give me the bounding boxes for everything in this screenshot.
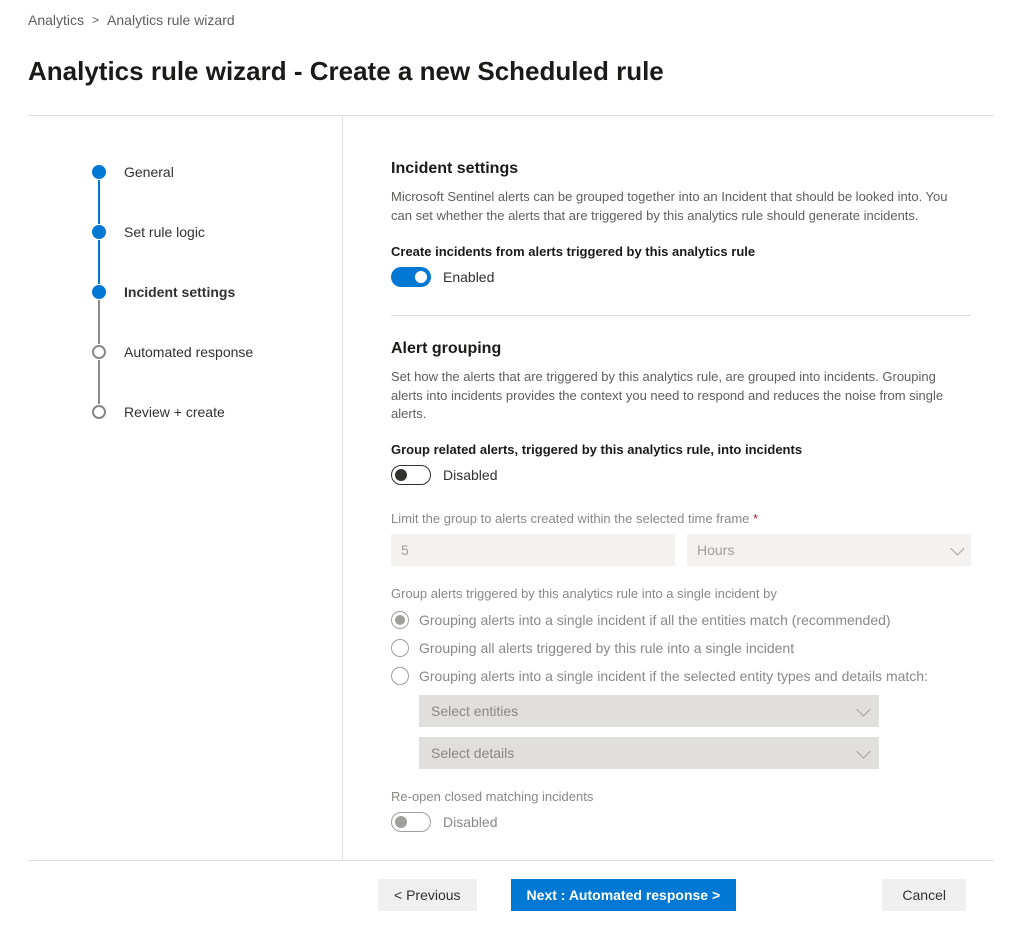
step-circle-icon (92, 405, 106, 419)
radio-icon (391, 667, 409, 685)
wizard-nav: General Set rule logic Incident settings… (28, 116, 343, 860)
nav-step-label: Set rule logic (124, 224, 205, 240)
breadcrumb-root[interactable]: Analytics (28, 12, 84, 28)
radio-label: Grouping alerts into a single incident i… (419, 668, 928, 684)
create-incidents-toggle[interactable] (391, 267, 431, 287)
select-entities-dropdown[interactable]: Select entities (419, 695, 879, 727)
limit-unit-select[interactable]: Hours (687, 534, 971, 566)
page-title: Analytics rule wizard - Create a new Sch… (28, 56, 994, 87)
radio-icon (391, 611, 409, 629)
nav-step-general[interactable]: General (92, 164, 322, 180)
nav-step-label: Automated response (124, 344, 253, 360)
reopen-toggle[interactable] (391, 812, 431, 832)
radio-all-alerts[interactable]: Grouping all alerts triggered by this ru… (391, 639, 984, 657)
chevron-down-icon (856, 703, 870, 717)
reopen-label: Re-open closed matching incidents (391, 789, 984, 804)
step-circle-icon (92, 345, 106, 359)
wizard-main: Incident settings Microsoft Sentinel ale… (343, 116, 994, 860)
section-divider (391, 315, 971, 316)
create-incidents-toggle-state: Enabled (443, 269, 494, 285)
reopen-toggle-state: Disabled (443, 814, 497, 830)
radio-selected-entity-types[interactable]: Grouping alerts into a single incident i… (391, 667, 984, 685)
group-related-label: Group related alerts, triggered by this … (391, 442, 984, 457)
required-asterisk: * (753, 511, 758, 526)
next-button[interactable]: Next : Automated response > (511, 879, 737, 911)
alert-grouping-heading: Alert grouping (391, 340, 984, 358)
radio-icon (391, 639, 409, 657)
toggle-knob-icon (395, 816, 407, 828)
create-incidents-label: Create incidents from alerts triggered b… (391, 244, 984, 259)
radio-entities-match[interactable]: Grouping alerts into a single incident i… (391, 611, 984, 629)
step-circle-icon (92, 225, 106, 239)
chevron-down-icon (950, 542, 964, 556)
select-details-placeholder: Select details (431, 745, 514, 761)
chevron-right-icon: > (92, 13, 99, 27)
nav-connector (98, 180, 100, 224)
incident-settings-desc: Microsoft Sentinel alerts can be grouped… (391, 188, 971, 226)
radio-label: Grouping all alerts triggered by this ru… (419, 640, 794, 656)
previous-button[interactable]: < Previous (378, 879, 477, 911)
nav-step-label: Incident settings (124, 284, 235, 300)
nav-connector (98, 300, 100, 344)
nav-step-label: Review + create (124, 404, 225, 420)
step-circle-icon (92, 165, 106, 179)
step-circle-icon (92, 285, 106, 299)
cancel-button[interactable]: Cancel (882, 879, 966, 911)
nav-step-review-create[interactable]: Review + create (92, 404, 322, 420)
breadcrumb-current: Analytics rule wizard (107, 12, 235, 28)
select-details-dropdown[interactable]: Select details (419, 737, 879, 769)
limit-value-input[interactable] (391, 534, 675, 566)
limit-unit-value: Hours (697, 542, 734, 558)
group-related-toggle[interactable] (391, 465, 431, 485)
limit-timeframe-label-text: Limit the group to alerts created within… (391, 511, 749, 526)
nav-step-automated-response[interactable]: Automated response (92, 344, 322, 360)
radio-label: Grouping alerts into a single incident i… (419, 612, 891, 628)
group-by-label: Group alerts triggered by this analytics… (391, 586, 984, 601)
select-entities-placeholder: Select entities (431, 703, 518, 719)
toggle-knob-icon (395, 469, 407, 481)
nav-step-label: General (124, 164, 174, 180)
alert-grouping-desc: Set how the alerts that are triggered by… (391, 368, 971, 425)
nav-step-set-rule-logic[interactable]: Set rule logic (92, 224, 322, 240)
breadcrumb: Analytics > Analytics rule wizard (28, 12, 994, 28)
toggle-knob-icon (415, 271, 427, 283)
limit-timeframe-label: Limit the group to alerts created within… (391, 511, 984, 526)
chevron-down-icon (856, 745, 870, 759)
wizard-footer: < Previous Next : Automated response > C… (28, 861, 994, 911)
group-related-toggle-state: Disabled (443, 467, 497, 483)
nav-step-incident-settings[interactable]: Incident settings (92, 284, 322, 300)
nav-connector (98, 360, 100, 404)
incident-settings-heading: Incident settings (391, 160, 984, 178)
nav-connector (98, 240, 100, 284)
